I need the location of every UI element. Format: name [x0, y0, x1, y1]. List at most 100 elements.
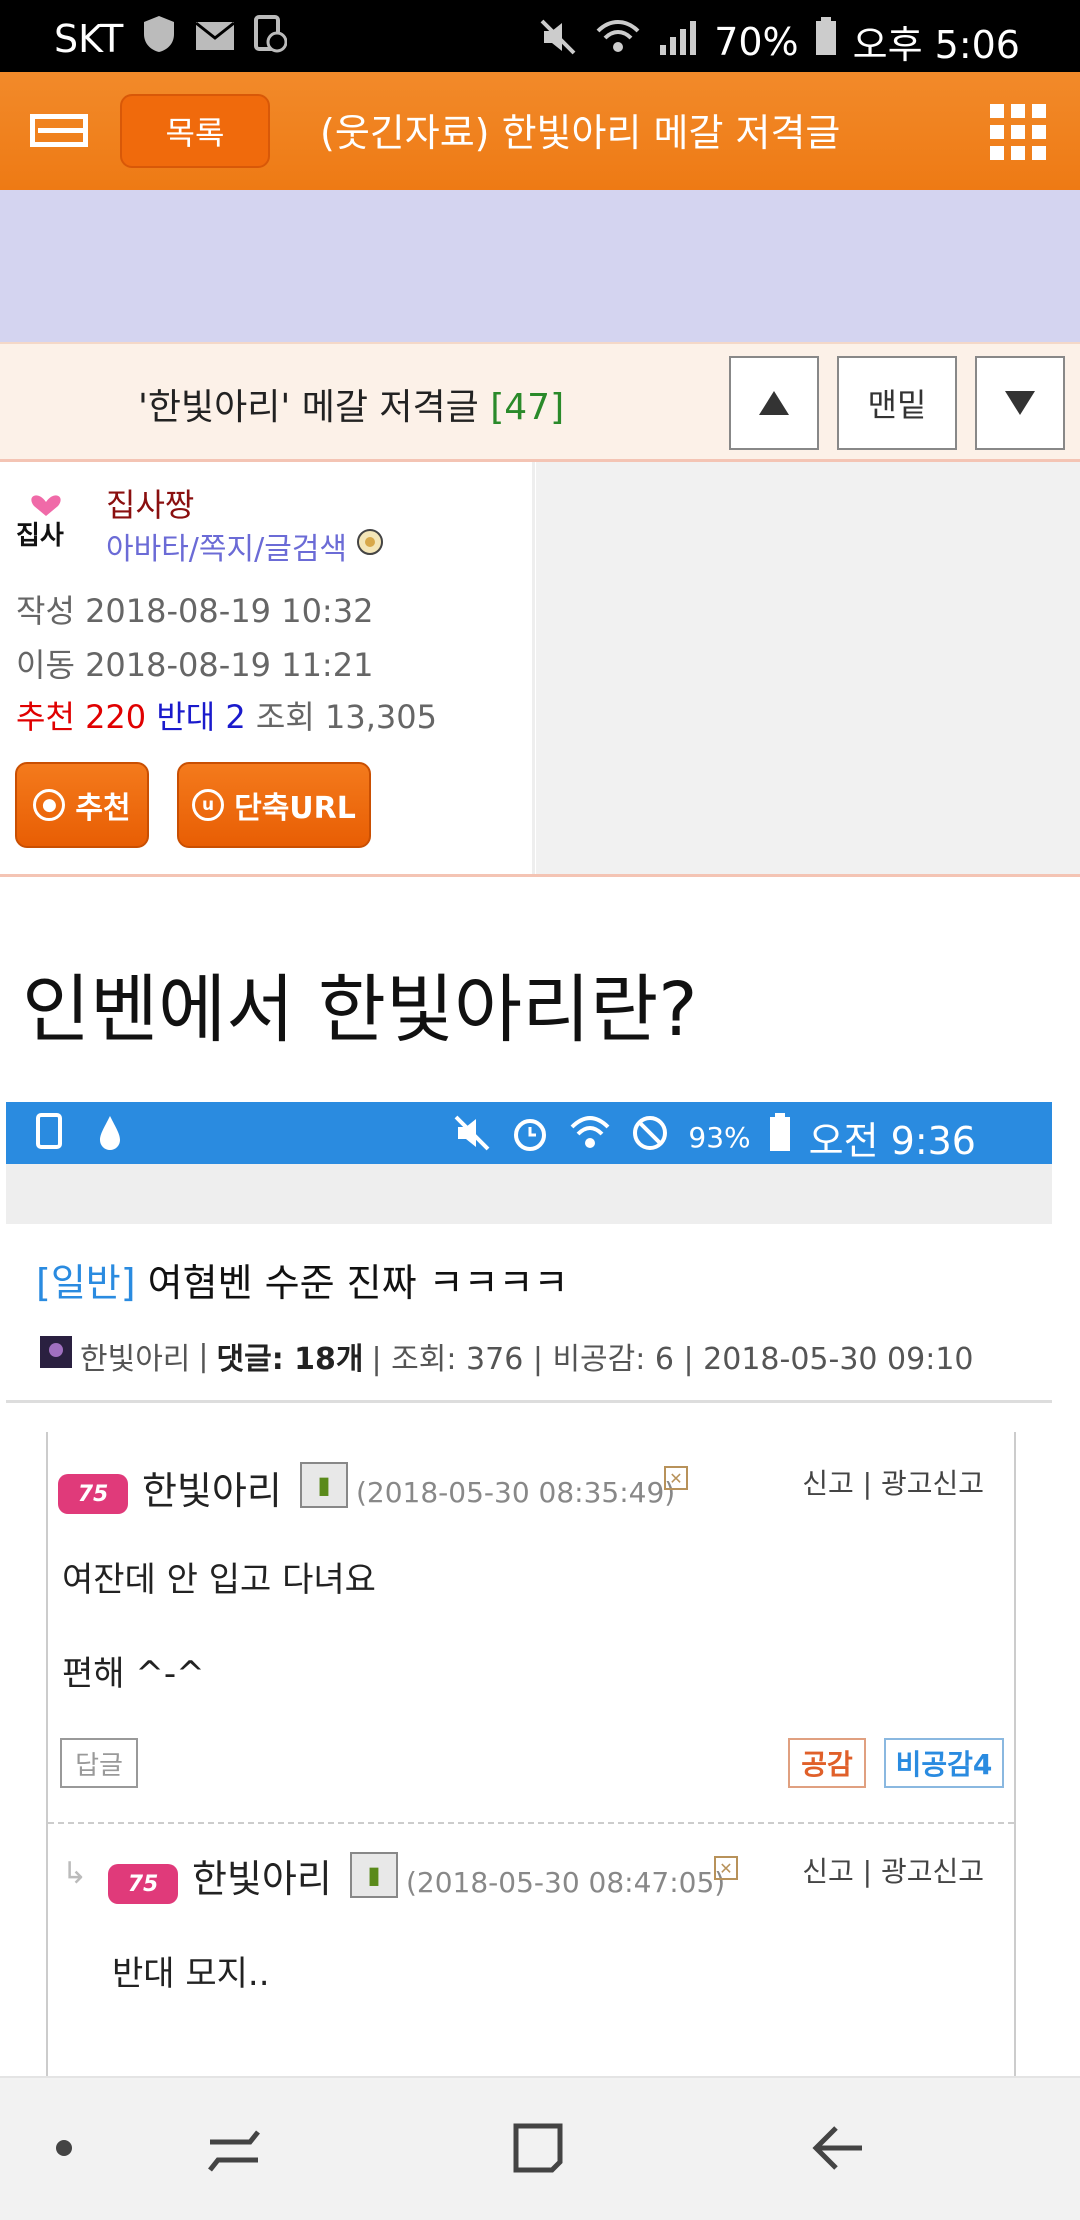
embed-mute-icon: [452, 1113, 492, 1162]
embedded-screenshot: 93% 오전 9:36 [일반] 여혐벤 수준 진짜 ㅋㅋㅋㅋ 한빛아리 | 댓…: [6, 1102, 1052, 2077]
scroll-up-button[interactable]: [729, 356, 819, 450]
comment-text: 편해 ^-^: [62, 1654, 205, 1694]
battery-icon: [815, 17, 837, 66]
embed-phone-icon: [34, 1112, 68, 1161]
embed-status-bar: 93% 오전 9:36: [6, 1102, 1052, 1164]
short-url-label: 단축URL: [234, 791, 356, 826]
author-links-text[interactable]: 아바타/쪽지/글검색: [106, 524, 347, 568]
triangle-down-icon: [1005, 391, 1035, 415]
post-title: '한빛아리' 메갈 저격글 [47]: [138, 378, 564, 430]
author-links[interactable]: 아바타/쪽지/글검색: [106, 524, 385, 568]
moved-label: 이동: [16, 646, 75, 684]
level-badge: 75: [58, 1474, 128, 1514]
embed-toolbar: [6, 1164, 1052, 1224]
embed-meta-rest: | 조회: 376 | 비공감: 6 | 2018-05-30 09:10: [371, 1342, 974, 1377]
moved-date: 이동 2018-08-19 11:21: [16, 640, 373, 686]
embed-title: [일반] 여혐벤 수준 진짜 ㅋㅋㅋㅋ: [36, 1252, 568, 1307]
avatar[interactable]: 집사: [14, 484, 90, 564]
recommend-label: 추천: [75, 791, 131, 826]
views-count: 13,305: [324, 698, 437, 736]
author-name[interactable]: 집사짱: [106, 480, 194, 526]
embed-meta-comments: 18: [294, 1342, 336, 1377]
mail-icon: [195, 17, 236, 61]
embed-battery-icon: [769, 1113, 791, 1162]
downvote-count: 2: [225, 698, 246, 736]
written-label: 작성: [16, 592, 75, 630]
shield-icon: [141, 14, 177, 63]
embed-clock: 오전 9:36: [808, 1119, 976, 1163]
home-icon[interactable]: [510, 2120, 566, 2180]
triangle-up-icon: [759, 391, 789, 415]
page-title: (웃긴자료) 한빛아리 메갈 저격글: [320, 111, 841, 155]
status-bar: SKT 70% 오후 5:06: [0, 0, 1080, 72]
report-links[interactable]: 신고 | 광고신고: [802, 1462, 984, 1502]
embed-wifi-icon: [568, 1113, 612, 1162]
comment-date: (2018-05-30 08:35:49): [356, 1476, 676, 1509]
embed-meta-comments-unit: 개: [335, 1342, 364, 1377]
medal-icon: [355, 527, 385, 565]
wifi-icon: [594, 17, 642, 66]
report-links[interactable]: 신고 | 광고신고: [802, 1850, 984, 1890]
post-title-text: '한빛아리' 메갈 저격글: [138, 387, 479, 428]
system-nav-bar: [0, 2076, 1080, 2220]
post-stats: 추천 220 반대 2 조회 13,305: [16, 692, 437, 738]
author-info: 집사 집사짱 아바타/쪽지/글검색 작성 2018-08-19 10:32 이동…: [0, 462, 535, 874]
comment-text: 여잔데 안 입고 다녀요: [62, 1560, 376, 1600]
embed-meta-author: 한빛아리: [80, 1342, 191, 1377]
block-icon: [630, 1113, 670, 1162]
mute-icon: [538, 17, 578, 66]
battery-percent: 70%: [714, 19, 799, 64]
drop-icon: [96, 1112, 124, 1161]
close-icon[interactable]: ✕: [714, 1856, 738, 1880]
comment-text: 반대 모지..: [112, 1954, 270, 1994]
upvote-label: 추천: [16, 698, 75, 736]
author-side-panel: [536, 462, 1080, 874]
embed-avatar: [40, 1336, 72, 1376]
written-date: 작성 2018-08-19 10:32: [16, 586, 373, 632]
upvote-count: 220: [85, 698, 147, 736]
recommend-button[interactable]: ● 추천: [15, 762, 149, 848]
signal-icon: [658, 17, 698, 66]
comment-author[interactable]: 한빛아리: [192, 1848, 332, 1903]
dot-icon[interactable]: [56, 2140, 72, 2156]
post-title-bar: '한빛아리' 메갈 저격글 [47] 맨밑: [0, 342, 1080, 462]
apps-grid-icon[interactable]: [990, 104, 1046, 160]
comment-list: 75 한빛아리 ▮ (2018-05-30 08:35:49) ✕ 신고 | 광…: [46, 1432, 1016, 2077]
scroll-down-button[interactable]: [975, 356, 1065, 450]
reply-button[interactable]: 답글: [60, 1738, 138, 1788]
views-label: 조회: [255, 698, 315, 736]
comment-item: 75 한빛아리 ▮ (2018-05-30 08:35:49) ✕ 신고 | 광…: [48, 1432, 1014, 1832]
comment-author[interactable]: 한빛아리: [142, 1460, 282, 1515]
moved-value: 2018-08-19 11:21: [85, 646, 374, 684]
clock: 오후 5:06: [852, 23, 1020, 67]
svg-text:집사: 집사: [16, 521, 64, 551]
close-icon[interactable]: ✕: [664, 1466, 688, 1490]
comment-item: ↳ 75 한빛아리 ▮ (2018-05-30 08:47:05) ✕ 신고 |…: [48, 1824, 1014, 2077]
comment-date: (2018-05-30 08:47:05): [406, 1866, 726, 1899]
agree-button[interactable]: 공감: [788, 1738, 866, 1788]
url-icon: u: [192, 789, 225, 821]
divider: [6, 1400, 1052, 1403]
short-url-button[interactable]: u 단축URL: [177, 762, 371, 848]
embed-battery-percent: 93%: [688, 1121, 751, 1154]
ad-banner: [0, 190, 1080, 342]
bottom-button[interactable]: 맨밑: [837, 356, 957, 450]
list-button[interactable]: 목록: [120, 94, 270, 168]
content-headline: 인벤에서 한빛아리란?: [22, 967, 698, 1053]
alarm-icon: [510, 1113, 550, 1162]
menu-icon[interactable]: [30, 108, 88, 154]
embed-meta-comments-label: 댓글:: [216, 1342, 284, 1377]
author-panel: 집사 집사짱 아바타/쪽지/글검색 작성 2018-08-19 10:32 이동…: [0, 462, 1080, 877]
phone-icon: ▮: [300, 1462, 348, 1508]
embed-meta-sep: |: [198, 1338, 209, 1374]
app-bar: 목록 (웃긴자료) 한빛아리 메갈 저격글: [0, 72, 1080, 190]
written-value: 2018-08-19 10:32: [85, 592, 374, 630]
disagree-button[interactable]: 비공감4: [884, 1738, 1004, 1788]
level-badge: 75: [108, 1864, 178, 1904]
recent-apps-icon[interactable]: [206, 2126, 262, 2180]
reply-arrow-icon: ↳: [62, 1856, 88, 1891]
back-icon[interactable]: [810, 2122, 866, 2178]
sync-icon: [253, 14, 288, 63]
target-icon: ●: [33, 789, 66, 821]
comment-count: [47]: [490, 387, 565, 428]
